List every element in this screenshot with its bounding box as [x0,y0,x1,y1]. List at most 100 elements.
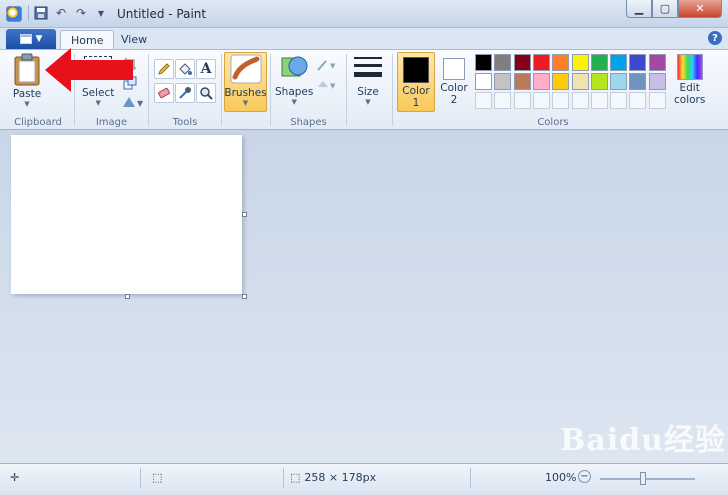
palette-swatch[interactable] [648,73,666,90]
undo-icon[interactable]: ↶ [53,5,69,21]
palette-swatch[interactable] [513,73,531,90]
size-icon [354,57,382,77]
custom-color-slot[interactable] [648,92,666,109]
palette-swatch[interactable] [629,54,647,71]
color-picker-icon[interactable] [175,83,195,103]
size-label: Size [357,86,379,98]
custom-color-slot[interactable] [571,92,589,109]
palette-swatch[interactable] [590,73,608,90]
group-divider [346,54,347,126]
custom-color-slot[interactable] [532,92,550,109]
palette-swatch[interactable] [475,73,492,90]
redo-icon[interactable]: ↷ [73,5,89,21]
custom-color-slot[interactable] [475,92,492,109]
group-label-shapes: Shapes [290,117,327,128]
color1-swatch [403,57,429,83]
paste-chevron-icon: ▼ [24,100,30,108]
color2-label: Color [440,82,468,94]
palette-swatch[interactable] [513,54,531,71]
brushes-button[interactable]: Brushes ▼ [224,52,267,112]
save-icon[interactable] [33,5,49,21]
help-icon[interactable]: ? [708,31,722,45]
custom-color-slot[interactable] [513,92,531,109]
edit-colors-button[interactable]: Edit colors [674,54,705,106]
svg-text:▼: ▼ [330,62,336,70]
status-divider [283,468,284,488]
tab-view[interactable]: View [111,30,157,50]
palette-swatch[interactable] [629,73,647,90]
text-tool-icon[interactable]: A [196,59,216,79]
group-label-clipboard: Clipboard [14,117,62,128]
custom-color-slot[interactable] [629,92,647,109]
custom-color-slot[interactable] [494,92,512,109]
maximize-button[interactable]: ▢ [652,0,678,18]
palette-swatch[interactable] [648,54,666,71]
paint-menu-icon [19,34,32,44]
brush-icon [230,54,261,84]
outline-icon[interactable]: ▼ [315,55,341,75]
select-chevron-icon: ▼ [95,99,101,107]
palette-swatch[interactable] [610,54,628,71]
zoom-slider-thumb[interactable] [640,472,646,485]
status-divider [140,468,141,488]
pencil-icon[interactable] [154,59,174,79]
cursor-position-icon: ✛ [10,471,20,484]
resize-handle-right[interactable] [242,212,247,217]
palette-swatch[interactable] [494,73,512,90]
group-divider [221,54,222,126]
svg-text:▼: ▼ [330,82,336,90]
rotate-icon[interactable]: ▼ [120,92,148,112]
palette-swatch[interactable] [610,73,628,90]
minimize-button[interactable]: ▁ [626,0,652,18]
custom-color-slot[interactable] [610,92,628,109]
magnifier-icon[interactable] [196,83,216,103]
quick-access-toolbar: ↶ ↷ ▼ [28,5,109,21]
brushes-label: Brushes [224,87,267,99]
palette-swatch[interactable] [475,54,492,71]
text-tool-glyph: A [200,61,212,77]
custom-color-slot[interactable] [590,92,608,109]
edit-colors-icon [676,54,703,80]
color2-num: 2 [450,94,458,106]
palette-swatch[interactable] [552,73,570,90]
paint-app-icon[interactable] [6,6,22,22]
color1-button[interactable]: Color 1 [397,52,435,112]
custom-color-slot[interactable] [552,92,570,109]
palette-swatch[interactable] [571,54,589,71]
zoom-slider[interactable] [600,478,695,480]
resize-handle-bottom[interactable] [125,294,130,299]
fill-bucket-icon[interactable] [175,59,195,79]
palette-swatch[interactable] [571,73,589,90]
resize-handle-corner[interactable] [242,294,247,299]
size-button[interactable]: Size ▼ [352,54,384,106]
palette-swatch[interactable] [532,73,550,90]
palette-swatch[interactable] [552,54,570,71]
tab-home[interactable]: Home [60,30,115,50]
eraser-icon[interactable] [154,83,174,103]
close-button[interactable]: ✕ [678,0,722,18]
size-chevron-icon: ▼ [365,98,371,106]
palette-swatch[interactable] [532,54,550,71]
zoom-out-button[interactable]: − [578,470,591,483]
clipboard-icon [14,53,40,86]
paint-menu-button[interactable]: ▼ [6,29,56,49]
palette-swatch[interactable] [494,54,512,71]
red-arrow-icon [45,48,133,92]
group-shapes: Shapes ▼ ▼ ▼ Shapes [271,50,346,130]
palette-swatch[interactable] [590,54,608,71]
status-bar: ✛ ⬚ ⬚ 258 × 178px 100% − [0,463,728,495]
minus-icon: − [578,470,591,483]
customize-qat-icon[interactable]: ▼ [93,5,109,21]
shape-fill-icon[interactable]: ▼ [315,75,341,95]
drawing-canvas[interactable] [11,135,242,294]
brushes-chevron-icon: ▼ [242,99,249,107]
group-label-colors: Colors [537,117,569,128]
svg-text:▼: ▼ [137,99,144,108]
qat-divider [28,5,29,21]
color2-button[interactable]: Color 2 [437,52,471,112]
shapes-button[interactable]: Shapes ▼ [275,52,313,106]
group-tools: A Tools [149,50,221,130]
edit-colors-label: Edit [679,82,700,94]
canvas-size-icon: ⬚ [290,471,301,484]
paste-button[interactable]: Paste ▼ [12,52,42,108]
